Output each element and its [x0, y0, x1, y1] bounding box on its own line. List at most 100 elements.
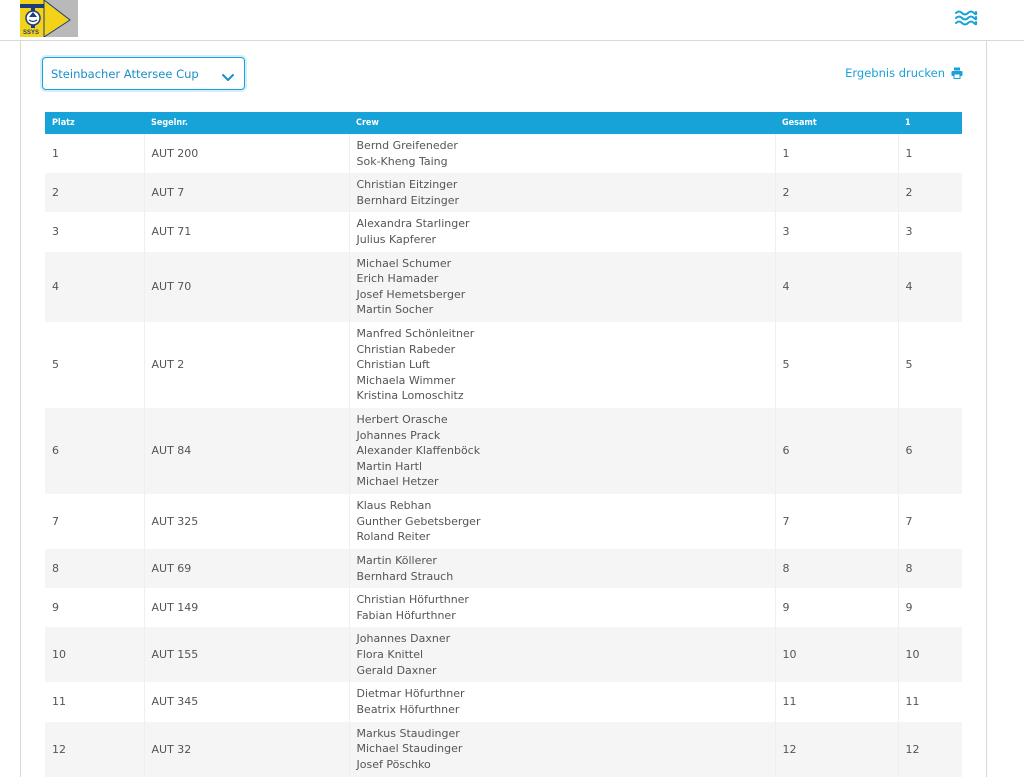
- cell-crew: Manfred Schönleitner Christian Rabeder Chr…: [349, 321, 776, 408]
- cell-segelnr: AUT 32: [144, 721, 350, 777]
- cell-race-1: 2: [898, 173, 962, 213]
- column-header-gesamt[interactable]: Gesamt: [775, 112, 898, 134]
- crew-member: Kristina Lomoschitz: [356, 389, 464, 403]
- cell-segelnr: AUT 325: [144, 493, 350, 549]
- crew-member: Michael Schumer: [356, 256, 452, 270]
- table-row: 4 AUT 70 Michael Schumer Erich Hamader Josef…: [45, 251, 962, 322]
- cell-gesamt: 5: [775, 321, 899, 408]
- regatta-select-value: Steinbacher Attersee Cup: [51, 67, 199, 81]
- crew-member: Bernhard Strauch: [356, 569, 454, 583]
- cell-platz: 11: [45, 682, 145, 722]
- cell-race-1: 8: [898, 548, 962, 589]
- cell-gesamt: 4: [775, 251, 899, 322]
- cell-platz: 3: [45, 212, 145, 252]
- cell-race-1: 5: [905, 358, 913, 372]
- regatta-select[interactable]: Steinbacher Attersee Cup: [42, 57, 245, 90]
- cell-race-1: 6: [898, 407, 962, 494]
- cell-segelnr: AUT 70: [144, 251, 350, 322]
- table-row: 3 AUT 71 Alexandra Starlinger Julius Kapfer…: [45, 212, 962, 252]
- crew-member: Bernd Greifeneder: [356, 139, 458, 152]
- cell-crew: Alexandra Starlinger Julius Kapferer: [349, 212, 776, 252]
- crew-member: Martin Socher: [356, 303, 434, 317]
- menu-waves-icon[interactable]: [954, 8, 978, 28]
- crew-member: Martin Hartl: [356, 459, 423, 473]
- cell-platz: 5: [45, 321, 145, 408]
- cell-race-1: 11: [905, 695, 920, 709]
- cell-platz: 6: [45, 407, 145, 494]
- print-results-link[interactable]: Ergebnis drucken: [845, 66, 963, 80]
- column-header-race-1[interactable]: 1: [898, 112, 962, 134]
- cell-gesamt: 3: [775, 212, 899, 252]
- crew-member: Herbert Orasche: [356, 412, 448, 426]
- results-table: Platz Segelnr. Crew Gesamt 1 1 AUT 200 Ber…: [45, 112, 962, 777]
- cell-platz: 9: [45, 588, 145, 628]
- club-logo[interactable]: SSYS: [20, 0, 78, 37]
- cell-gesamt: 10: [775, 627, 899, 683]
- cell-race-1: 10: [898, 627, 962, 683]
- cell-platz: 10: [45, 627, 145, 683]
- cell-gesamt: 2: [775, 173, 899, 213]
- crew-member: Manfred Schönleitner: [356, 326, 475, 340]
- cell-race-1: 4: [898, 251, 962, 322]
- cell-crew: Johannes Daxner Flora Knittel Gerald Daxne…: [349, 627, 776, 683]
- crew-member: Johannes Prack: [356, 428, 441, 442]
- cell-crew: Markus Staudinger Michael Staudinger Josef…: [349, 721, 776, 777]
- crew-member: Alexander Klaffenböck: [356, 444, 481, 458]
- crew-member: Beatrix Höfurthner: [356, 702, 460, 716]
- crew-member: Dietmar Höfurthner: [356, 687, 465, 701]
- crew-member: Michael Hetzer: [356, 475, 439, 489]
- cell-crew: Dietmar Höfurthner Beatrix Höfurthner: [349, 682, 776, 722]
- club-logo-text: SSYS: [23, 30, 39, 36]
- column-header-platz[interactable]: Platz: [45, 112, 144, 134]
- crew-member: Johannes Daxner: [356, 632, 451, 646]
- table-row: 8 AUT 69 Martin Köllerer Bernhard Strauch 8 8: [45, 548, 962, 589]
- crew-member: Christian Höfurthner: [356, 593, 469, 607]
- table-row: 1 AUT 200 Bernd Greifeneder Sok-Kheng Taing…: [45, 134, 962, 174]
- cell-crew: Bernd Greifeneder Sok-Kheng Taing: [349, 134, 776, 174]
- table-row: 6 AUT 84 Herbert Orasche Johannes Prack Alex…: [45, 407, 962, 494]
- crew-member: Michael Staudinger: [356, 742, 463, 756]
- table-row: 12 AUT 32 Markus Staudinger Michael Staudin…: [45, 721, 962, 777]
- cell-platz: 2: [45, 173, 145, 213]
- crew-member: Klaus Rebhan: [356, 499, 432, 513]
- table-row: 7 AUT 325 Klaus Rebhan Gunther Gebetsberger…: [45, 493, 962, 549]
- cell-crew: Klaus Rebhan Gunther Gebetsberger Roland R…: [349, 493, 776, 549]
- results-body: 1 AUT 200 Bernd Greifeneder Sok-Kheng Taing…: [45, 134, 962, 777]
- crew-member: Gunther Gebetsberger: [356, 514, 481, 528]
- cell-crew: Herbert Orasche Johannes Prack Alexander K…: [349, 407, 776, 494]
- cell-segelnr: AUT 200: [144, 134, 350, 174]
- crew-member: Josef Pöschko: [356, 757, 431, 771]
- cell-gesamt: 7: [775, 493, 899, 549]
- cell-segelnr: AUT 84: [144, 407, 350, 494]
- cell-gesamt: 1: [775, 134, 899, 174]
- crew-member: Erich Hamader: [356, 272, 439, 286]
- column-header-crew[interactable]: Crew: [349, 112, 775, 134]
- crew-member: Josef Hemetsberger: [356, 287, 466, 301]
- table-header-row: Platz Segelnr. Crew Gesamt 1: [45, 112, 962, 134]
- crew-member: Gerald Daxner: [356, 663, 437, 677]
- cell-gesamt: 6: [775, 407, 899, 494]
- crew-member: Julius Kapferer: [356, 232, 436, 246]
- cell-crew: Christian Höfurthner Fabian Höfurthner: [349, 588, 776, 628]
- cell-segelnr: AUT 69: [144, 548, 350, 589]
- cell-platz: 4: [45, 251, 145, 322]
- cell-platz: 12: [45, 721, 145, 777]
- column-header-segelnr[interactable]: Segelnr.: [144, 112, 349, 134]
- cell-segelnr: AUT 345: [144, 682, 350, 722]
- crew-member: Christian Luft: [356, 358, 430, 372]
- cell-race-1: 7: [905, 514, 913, 528]
- crew-member: Markus Staudinger: [356, 726, 460, 740]
- cell-platz: 7: [45, 493, 145, 549]
- table-row: 11 AUT 345 Dietmar Höfurthner Beatrix Höfur…: [45, 682, 962, 722]
- cell-crew: Christian Eitzinger Bernhard Eitzinger: [349, 173, 776, 213]
- table-row: 9 AUT 149 Christian Höfurthner Fabian Höfur…: [45, 588, 962, 628]
- cell-segelnr: AUT 2: [144, 321, 350, 408]
- table-row: 2 AUT 7 Christian Eitzinger Bernhard Eitzin…: [45, 173, 962, 213]
- cell-segelnr: AUT 155: [144, 627, 350, 683]
- crew-member: Sok-Kheng Taing: [356, 154, 448, 168]
- cell-race-1: 9: [905, 601, 913, 615]
- cell-race-1: 12: [898, 721, 962, 777]
- cell-platz: 8: [45, 548, 145, 589]
- crew-member: Christian Rabeder: [356, 342, 456, 356]
- cell-gesamt: 8: [775, 548, 899, 589]
